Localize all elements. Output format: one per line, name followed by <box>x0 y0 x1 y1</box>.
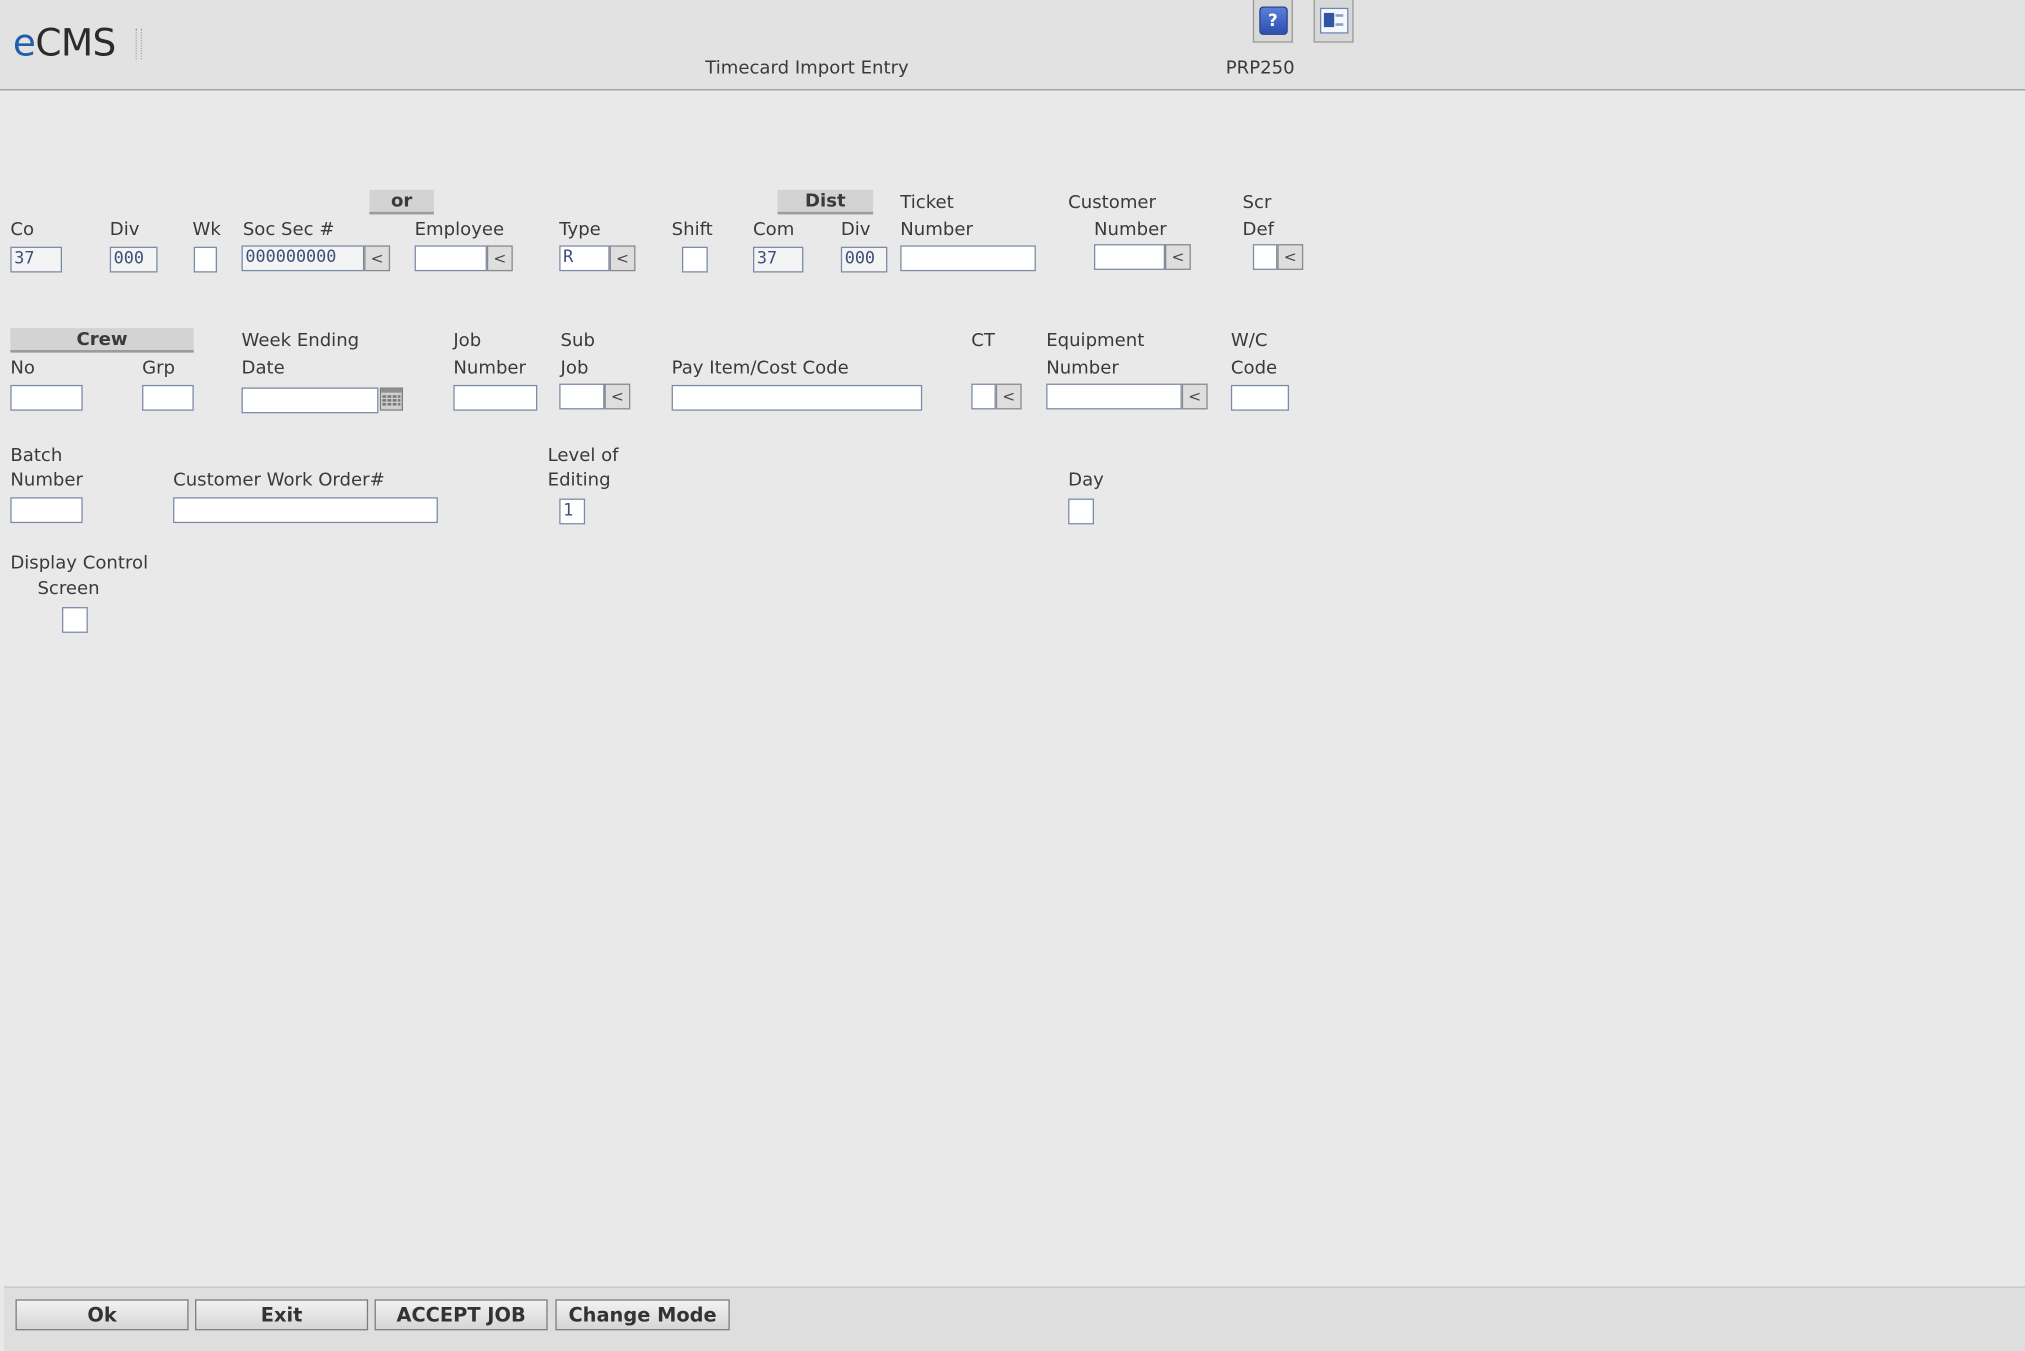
subjob-lookup-button[interactable]: < <box>604 383 631 410</box>
socsec-label: Soc Sec # <box>242 219 335 241</box>
socsec-lookup-button[interactable]: < <box>364 245 391 272</box>
wc-code-field[interactable] <box>1230 384 1290 411</box>
job-number-field[interactable] <box>453 384 538 411</box>
customer-lookup-button[interactable]: < <box>1165 244 1191 270</box>
crew-grp-label: Grp <box>142 357 176 379</box>
scr-def-field[interactable] <box>1252 244 1278 270</box>
crew-no-field[interactable] <box>10 384 83 411</box>
scr-label-2: Def <box>1242 219 1274 241</box>
change-mode-button[interactable]: Change Mode <box>555 1299 730 1331</box>
crew-grp-field[interactable] <box>142 384 194 411</box>
type-field[interactable]: R <box>559 245 610 272</box>
com-field[interactable]: 37 <box>753 246 804 273</box>
ticket-label-2: Number <box>900 219 973 241</box>
section-or: or <box>369 189 434 215</box>
wk-label: Wk <box>192 219 221 241</box>
customer-work-order-label: Customer Work Order# <box>173 470 385 491</box>
customer-label: Customer <box>1068 192 1157 214</box>
subjob-label: Sub <box>560 330 595 352</box>
co-label: Co <box>10 219 35 241</box>
employee-field[interactable] <box>414 245 487 272</box>
com-label: Com <box>753 219 795 241</box>
type-lookup-button[interactable]: < <box>609 245 636 272</box>
ct-label: CT <box>971 330 995 352</box>
wc-label-2: Code <box>1230 357 1278 379</box>
day-checkbox[interactable] <box>1068 498 1094 525</box>
div-field[interactable]: 000 <box>109 246 158 273</box>
level-of-editing-label: Level of <box>547 445 619 467</box>
calendar-icon[interactable] <box>379 387 403 411</box>
co-field[interactable]: 37 <box>10 246 62 273</box>
week-ending-label: Week Ending <box>241 330 360 352</box>
accept-job-button[interactable]: ACCEPT JOB <box>374 1299 548 1331</box>
ct-lookup-button[interactable]: < <box>995 383 1022 410</box>
payitem-label: Pay Item/Cost Code <box>671 357 849 379</box>
export-button[interactable] <box>1313 0 1354 43</box>
payitem-costcode-field[interactable] <box>671 384 923 411</box>
batch-label: Batch <box>10 445 63 467</box>
dist-div-label: Div <box>840 219 871 241</box>
scr-def-lookup-button[interactable]: < <box>1277 244 1304 270</box>
equipment-number-field[interactable] <box>1046 383 1182 410</box>
div-label: Div <box>109 219 140 241</box>
logo-separator <box>135 28 143 60</box>
equipment-label-2: Number <box>1046 357 1119 379</box>
socsec-field[interactable]: 000000000 <box>241 245 365 272</box>
shift-field[interactable] <box>681 246 708 273</box>
customer-work-order-field[interactable] <box>173 497 438 524</box>
equipment-label: Equipment <box>1046 330 1145 352</box>
week-ending-date-field[interactable] <box>241 387 379 414</box>
equipment-lookup-button[interactable]: < <box>1181 383 1208 410</box>
page-title: Timecard Import Entry <box>705 58 909 79</box>
section-dist: Dist <box>777 189 874 215</box>
help-icon: ? <box>1258 6 1288 35</box>
program-id: PRP250 <box>1225 58 1295 79</box>
display-control-label-2: Screen <box>37 578 100 600</box>
display-control-label: Display Control <box>10 552 149 574</box>
crew-no-label: No <box>10 357 35 379</box>
display-control-screen-checkbox[interactable] <box>61 607 88 633</box>
batch-label-2: Number <box>10 470 83 491</box>
batch-number-field[interactable] <box>10 497 83 524</box>
day-label: Day <box>1068 470 1104 491</box>
dist-div-field[interactable]: 000 <box>840 246 888 273</box>
excel-export-icon <box>1319 7 1348 34</box>
ecms-logo: eCMS <box>12 20 116 65</box>
job-label: Job <box>453 330 482 352</box>
employee-label: Employee <box>414 219 505 241</box>
job-label-2: Number <box>453 357 527 379</box>
type-label: Type <box>559 219 601 241</box>
level-of-editing-label-2: Editing <box>547 470 611 491</box>
section-crew: Crew <box>10 328 194 353</box>
customer-number-field[interactable] <box>1093 244 1166 270</box>
ct-field[interactable] <box>971 383 996 410</box>
scr-label: Scr <box>1242 192 1272 214</box>
wk-field[interactable] <box>193 246 217 273</box>
ticket-label: Ticket <box>900 192 954 214</box>
subjob-label-2: Job <box>560 357 589 379</box>
subjob-field[interactable] <box>559 383 605 410</box>
wc-label: W/C <box>1230 330 1268 352</box>
ok-button[interactable]: Ok <box>15 1299 189 1331</box>
level-of-editing-field[interactable]: 1 <box>559 498 586 525</box>
week-ending-label-2: Date <box>241 357 285 379</box>
shift-label: Shift <box>671 219 713 241</box>
exit-button[interactable]: Exit <box>195 1299 369 1331</box>
ticket-number-field[interactable] <box>900 245 1036 272</box>
header-bar: eCMS Timecard Import Entry PRP250 ? <box>0 0 2025 91</box>
employee-lookup-button[interactable]: < <box>486 245 513 272</box>
customer-label-2: Number <box>1093 219 1167 241</box>
help-button[interactable]: ? <box>1252 0 1293 43</box>
